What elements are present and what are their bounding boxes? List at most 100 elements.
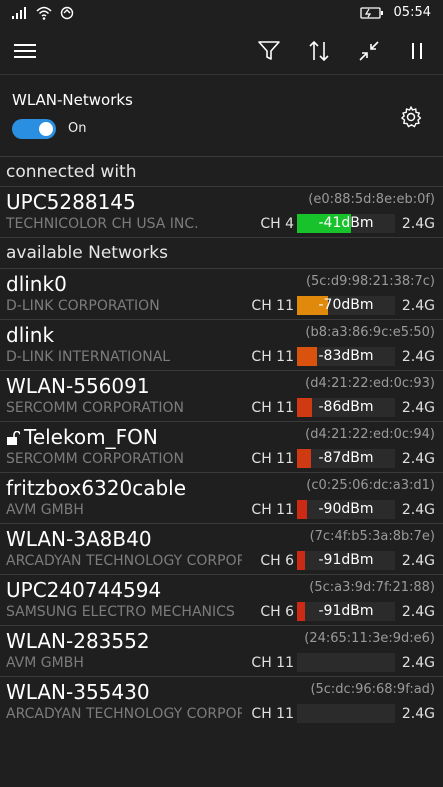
network-band: 2.4G — [401, 502, 435, 518]
signal-meter — [297, 653, 395, 672]
network-row[interactable]: Telekom_FON (d4:21:22:ed:0c:94) SERCOMM CO… — [0, 421, 443, 473]
settings-button[interactable] — [399, 105, 423, 129]
signal-meter: -41dBm — [297, 214, 395, 233]
network-channel: CH 11 — [251, 655, 294, 671]
network-row[interactable]: WLAN-355430 (5c:dc:96:68:9f:ad) ARCADYAN T… — [0, 676, 443, 728]
network-vendor: SAMSUNG ELECTRO MECHANICS — [6, 604, 235, 620]
hamburger-icon — [14, 44, 36, 58]
network-vendor: ARCADYAN TECHNOLOGY CORPORATION — [6, 553, 242, 569]
section-header-connected: connected with — [0, 156, 443, 187]
network-ssid-text: WLAN-355430 — [6, 680, 150, 704]
network-vendor: SERCOMM CORPORATION — [6, 451, 184, 467]
network-vendor: ARCADYAN TECHNOLOGY CORPORATION — [6, 706, 242, 722]
status-icons-right: 05:54 — [359, 5, 431, 20]
open-lock-icon — [7, 431, 20, 445]
network-ssid-text: WLAN-283552 — [6, 629, 150, 653]
pause-icon — [412, 43, 422, 59]
signal-dbm: -86dBm — [318, 399, 374, 415]
network-channel: CH 4 — [260, 216, 294, 232]
cell-signal-icon — [12, 7, 26, 19]
network-vendor: TECHNICOLOR CH USA INC. — [6, 216, 199, 232]
network-ssid-text: dlink0 — [6, 272, 67, 296]
network-ssid: dlink0 — [6, 272, 67, 296]
network-channel: CH 6 — [260, 604, 294, 620]
network-ssid-text: WLAN-3A8B40 — [6, 527, 152, 551]
network-vendor: SERCOMM CORPORATION — [6, 400, 184, 416]
network-ssid: WLAN-556091 — [6, 374, 150, 398]
signal-meter: -70dBm — [297, 296, 395, 315]
wlan-label: WLAN-Networks — [12, 91, 133, 109]
network-ssid-text: Telekom_FON — [24, 425, 158, 449]
status-bar: 05:54 — [0, 0, 443, 28]
network-mac: (c0:25:06:dc:a3:d1) — [306, 478, 435, 493]
battery-icon — [359, 6, 383, 19]
network-band: 2.4G — [401, 706, 435, 722]
gear-icon — [401, 106, 422, 128]
network-channel: CH 11 — [251, 706, 294, 722]
network-mac: (d4:21:22:ed:0c:94) — [305, 427, 435, 442]
network-mac: (5c:dc:96:68:9f:ad) — [310, 682, 435, 697]
network-ssid: WLAN-355430 — [6, 680, 150, 704]
signal-dbm: -90dBm — [318, 501, 374, 517]
network-channel: CH 11 — [251, 502, 294, 518]
network-mac: (e0:88:5d:8e:eb:0f) — [308, 192, 435, 207]
network-row[interactable]: dlink (b8:a3:86:9c:e5:50) D-LINK INTERNATI… — [0, 319, 443, 371]
network-band: 2.4G — [401, 604, 435, 620]
signal-meter: -91dBm — [297, 551, 395, 570]
signal-dbm: -83dBm — [318, 348, 374, 364]
network-ssid: WLAN-283552 — [6, 629, 150, 653]
network-row[interactable]: WLAN-3A8B40 (7c:4f:b5:3a:8b:7e) ARCADYAN T… — [0, 523, 443, 575]
filter-icon — [258, 41, 280, 60]
pause-button[interactable] — [404, 38, 430, 64]
network-row[interactable]: fritzbox6320cable (c0:25:06:dc:a3:d1) AVM … — [0, 472, 443, 524]
network-ssid: Telekom_FON — [6, 425, 158, 449]
network-mac: (5c:d9:98:21:38:7c) — [305, 274, 435, 289]
network-vendor: AVM GMBH — [6, 502, 84, 518]
network-ssid: dlink — [6, 323, 54, 347]
network-ssid-text: fritzbox6320cable — [6, 476, 187, 500]
network-row[interactable]: UPC240744594 (5c:a3:9d:7f:21:88) SAMSUNG E… — [0, 574, 443, 626]
wlan-settings-panel: WLAN-Networks On — [0, 74, 443, 157]
network-vendor: AVM GMBH — [6, 655, 84, 671]
network-ssid: UPC5288145 — [6, 190, 136, 214]
section-header-available: available Networks — [0, 237, 443, 268]
network-channel: CH 11 — [251, 400, 294, 416]
network-ssid-text: dlink — [6, 323, 55, 347]
app-bar — [0, 28, 443, 74]
network-mac: (7c:4f:b5:3a:8b:7e) — [309, 529, 435, 544]
sort-icon — [309, 40, 329, 62]
toggle-state-label: On — [68, 121, 87, 136]
network-channel: CH 11 — [251, 298, 294, 314]
collapse-arrows-icon — [359, 41, 379, 61]
network-mac: (d4:21:22:ed:0c:93) — [305, 376, 435, 391]
wlan-toggle[interactable] — [12, 119, 56, 139]
hamburger-menu-button[interactable] — [12, 38, 38, 64]
network-row[interactable]: dlink0 (5c:d9:98:21:38:7c) D-LINK CORPORAT… — [0, 268, 443, 320]
network-mac: (b8:a3:86:9c:e5:50) — [305, 325, 435, 340]
wifi-status-icon — [36, 6, 52, 20]
network-band: 2.4G — [401, 349, 435, 365]
connected-network-row[interactable]: UPC5288145 (e0:88:5d:8e:eb:0f) TECHNICOL… — [0, 186, 443, 238]
section-title: available Networks — [6, 243, 168, 263]
network-ssid: WLAN-3A8B40 — [6, 527, 152, 551]
filter-button[interactable] — [256, 38, 282, 64]
section-title: connected with — [6, 162, 137, 182]
network-row[interactable]: WLAN-283552 (24:65:11:3e:9d:e6) AVM GMBH CH… — [0, 625, 443, 677]
network-band: 2.4G — [401, 655, 435, 671]
network-band: 2.4G — [401, 451, 435, 467]
network-vendor: D-LINK INTERNATIONAL — [6, 349, 171, 365]
signal-meter: -86dBm — [297, 398, 395, 417]
network-channel: CH 6 — [260, 553, 294, 569]
network-row[interactable]: WLAN-556091 (d4:21:22:ed:0c:93) SERCOMM CO… — [0, 370, 443, 422]
signal-dbm: -91dBm — [318, 603, 374, 619]
collapse-button[interactable] — [356, 38, 382, 64]
signal-dbm: -87dBm — [318, 450, 374, 466]
signal-meter: -90dBm — [297, 500, 395, 519]
network-band: 2.4G — [401, 216, 435, 232]
signal-meter: -91dBm — [297, 602, 395, 621]
network-ssid-text: WLAN-556091 — [6, 374, 150, 398]
status-icons-left — [12, 6, 74, 20]
sort-button[interactable] — [306, 38, 332, 64]
toggle-knob — [39, 122, 53, 136]
signal-meter: -87dBm — [297, 449, 395, 468]
